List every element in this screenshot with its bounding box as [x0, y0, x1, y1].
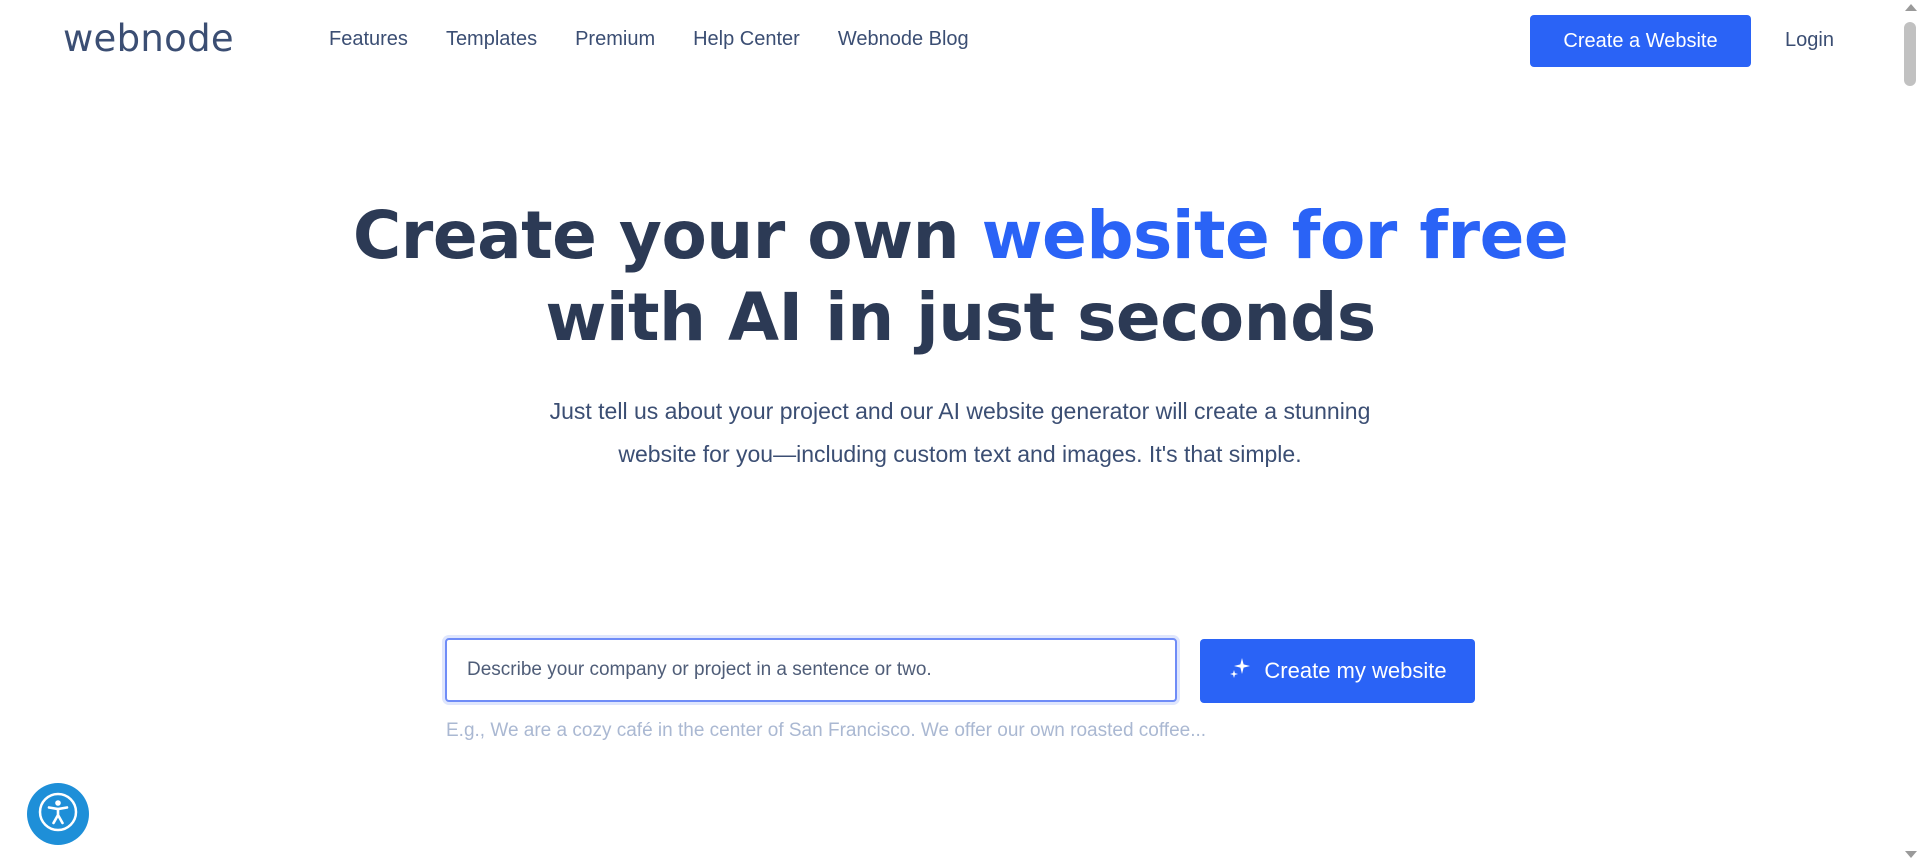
- hero-title-part2: with AI in just seconds: [545, 279, 1376, 356]
- nav-item-webnode-blog[interactable]: Webnode Blog: [838, 28, 969, 51]
- scroll-down-arrow-icon[interactable]: [1905, 851, 1917, 858]
- hero-title: Create your own website for free with AI…: [0, 195, 1921, 359]
- hero-title-accent: website for free: [981, 197, 1569, 274]
- hero-title-part1: Create your own: [352, 197, 982, 274]
- nav-item-templates[interactable]: Templates: [446, 28, 537, 51]
- main-nav: Features Templates Premium Help Center W…: [329, 28, 1007, 51]
- hero-subtitle: Just tell us about your project and our …: [549, 398, 1371, 467]
- nav-item-help-center[interactable]: Help Center: [693, 28, 800, 51]
- project-description-input[interactable]: [445, 638, 1177, 702]
- accessibility-widget-button[interactable]: [27, 783, 89, 845]
- accessibility-icon: [38, 792, 78, 837]
- scroll-thumb[interactable]: [1904, 22, 1916, 86]
- page-scrollbar[interactable]: [1900, 0, 1921, 864]
- sparkle-icon: [1228, 656, 1252, 686]
- create-website-button[interactable]: Create a Website: [1530, 15, 1751, 67]
- scroll-up-arrow-icon[interactable]: [1905, 4, 1917, 11]
- login-link[interactable]: Login: [1785, 29, 1834, 52]
- create-my-website-label: Create my website: [1264, 658, 1447, 683]
- example-hint: E.g., We are a cozy café in the center o…: [446, 720, 1207, 741]
- create-my-website-button[interactable]: Create my website: [1200, 639, 1475, 703]
- webnode-logo[interactable]: webnode: [63, 17, 234, 60]
- nav-item-premium[interactable]: Premium: [575, 28, 655, 51]
- page: webnode Features Templates Premium Help …: [0, 0, 1900, 864]
- nav-item-features[interactable]: Features: [329, 28, 408, 51]
